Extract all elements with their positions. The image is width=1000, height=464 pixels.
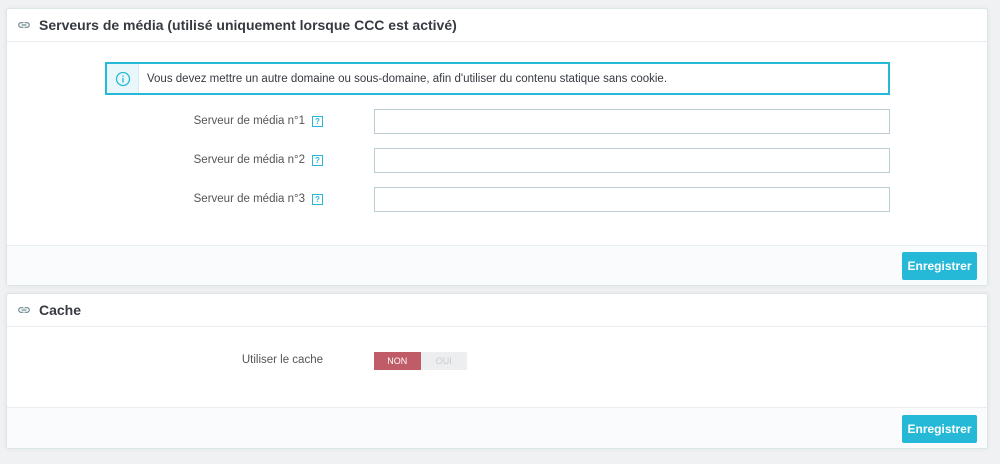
media-server-2-label-text: Serveur de média n°2 xyxy=(193,154,305,166)
media-servers-panel-footer: Enregistrer xyxy=(7,245,987,285)
media-server-3-label-text: Serveur de média n°3 xyxy=(193,193,305,205)
info-alert: Vous devez mettre un autre domaine ou so… xyxy=(105,62,890,95)
link-icon xyxy=(18,307,30,313)
media-server-2-label: Serveur de média n°2 ? xyxy=(194,154,323,166)
save-button[interactable]: Enregistrer xyxy=(902,252,977,280)
media-server-1-row: Serveur de média n°1 ? xyxy=(7,109,987,134)
help-icon[interactable]: ? xyxy=(312,115,323,127)
media-server-3-row: Serveur de média n°3 ? xyxy=(7,187,987,212)
link-icon xyxy=(18,22,30,28)
cache-switch-no[interactable]: NON xyxy=(374,352,421,370)
media-server-3-label: Serveur de média n°3 ? xyxy=(194,193,323,205)
media-server-3-input[interactable] xyxy=(374,187,890,212)
media-server-2-input[interactable] xyxy=(374,148,890,173)
cache-panel-header: Cache xyxy=(7,294,987,327)
media-servers-panel-header: Serveurs de média (utilisé uniquement lo… xyxy=(7,9,987,42)
use-cache-switch[interactable]: NON OUI xyxy=(374,352,467,370)
cache-panel-title: Cache xyxy=(39,302,82,318)
cache-switch-yes[interactable]: OUI xyxy=(420,352,467,370)
cache-panel-footer: Enregistrer xyxy=(7,407,987,448)
info-alert-message: Vous devez mettre un autre domaine ou so… xyxy=(147,72,668,85)
media-server-1-label: Serveur de média n°1 ? xyxy=(194,115,323,127)
media-server-2-row: Serveur de média n°2 ? xyxy=(7,148,987,173)
media-servers-panel-title: Serveurs de média (utilisé uniquement lo… xyxy=(39,17,457,33)
help-icon[interactable]: ? xyxy=(312,193,323,205)
media-server-1-input[interactable] xyxy=(374,109,890,134)
cache-panel: Cache Utiliser le cache NON OUI Enregist… xyxy=(6,293,988,449)
use-cache-row: Utiliser le cache xyxy=(7,352,987,370)
help-icon[interactable]: ? xyxy=(312,154,323,166)
info-icon xyxy=(115,71,130,86)
use-cache-label: Utiliser le cache xyxy=(241,354,323,366)
media-servers-panel: Serveurs de média (utilisé uniquement lo… xyxy=(6,8,988,286)
info-icon-box xyxy=(107,64,139,93)
media-server-1-label-text: Serveur de média n°1 xyxy=(193,115,305,127)
save-button[interactable]: Enregistrer xyxy=(902,415,977,443)
